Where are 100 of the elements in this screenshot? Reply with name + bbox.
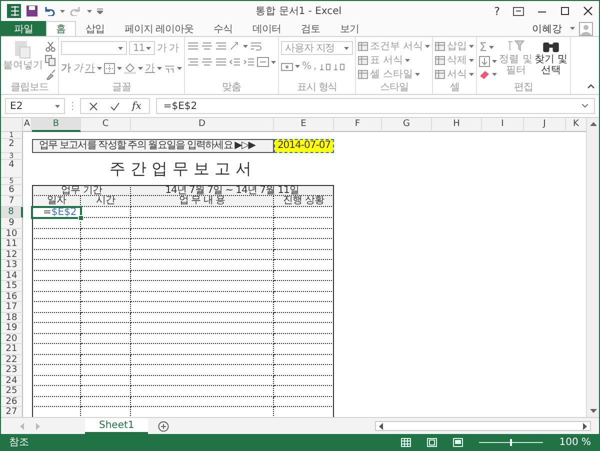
caret-icon — [469, 59, 474, 62]
row-header[interactable]: 13 — [1, 260, 23, 270]
ribbon-display-icon[interactable] — [513, 6, 524, 16]
active-cell-input[interactable]: =$E$2 — [31, 206, 82, 219]
insert-function-button[interactable]: fx — [132, 100, 142, 112]
caret-icon — [570, 27, 575, 30]
column-header[interactable]: A — [23, 118, 32, 132]
caret-icon — [415, 73, 420, 76]
column-header[interactable]: J — [524, 118, 566, 132]
scroll-left-icon[interactable] — [378, 422, 384, 430]
ribbon-tab[interactable]: 보기 — [330, 21, 370, 36]
row-header[interactable]: 22 — [1, 354, 23, 365]
table-grid-icon — [435, 56, 446, 65]
scroll-up-icon[interactable] — [588, 121, 598, 127]
cancel-icon[interactable] — [89, 102, 98, 110]
redo-icon[interactable] — [70, 6, 82, 16]
zoom-thumb[interactable] — [510, 438, 512, 446]
name-box[interactable]: E2 — [5, 98, 65, 114]
caret-icon — [118, 46, 123, 50]
table-header-cell: 14년 7월 7일 ~ 14년 7월 11일 — [131, 185, 334, 196]
zoom-level[interactable]: 100 % — [559, 436, 591, 448]
row-header[interactable]: 7 — [1, 196, 23, 207]
column-header[interactable]: K — [566, 118, 586, 132]
undo-icon[interactable] — [43, 6, 55, 16]
user-name[interactable]: 이혜강 — [532, 22, 562, 36]
column-header[interactable]: E — [274, 118, 334, 132]
page-layout-icon[interactable] — [427, 438, 438, 446]
column-header[interactable]: B — [32, 118, 81, 132]
next-sheet-icon[interactable] — [35, 422, 41, 430]
row-header[interactable]: 19 — [1, 323, 23, 334]
fill-handle[interactable] — [78, 215, 84, 221]
save-icon[interactable] — [26, 5, 38, 17]
previous-sheet-icon[interactable] — [19, 422, 25, 430]
row-header[interactable]: 4 — [1, 160, 23, 178]
table-grid-icon — [435, 70, 446, 79]
caret-icon — [146, 46, 151, 50]
row-header[interactable]: 12 — [1, 250, 23, 260]
row-header[interactable]: 26 — [1, 396, 23, 407]
date-cell[interactable]: 2014-07-07 — [274, 139, 334, 153]
column-header[interactable]: I — [482, 118, 524, 132]
row-header[interactable]: 27 — [1, 407, 23, 417]
column-header[interactable]: H — [432, 118, 482, 132]
ribbon-tab[interactable]: 페이지 레이아웃 — [114, 21, 204, 36]
row-header[interactable]: 15 — [1, 281, 23, 292]
row-header[interactable]: 24 — [1, 376, 23, 386]
help-button[interactable]: ? — [494, 4, 500, 18]
caret-icon — [425, 45, 430, 48]
horizontal-scrollbar[interactable] — [375, 421, 591, 431]
row-header[interactable]: 2 — [1, 139, 23, 153]
scroll-down-icon[interactable] — [588, 408, 598, 414]
row-header[interactable]: 17 — [1, 302, 23, 312]
clipboard-icon — [14, 39, 32, 59]
row-header[interactable]: 10 — [1, 228, 23, 239]
row-header[interactable]: 8 — [1, 207, 23, 218]
maximize-icon[interactable] — [560, 6, 570, 16]
column-header[interactable]: D — [131, 118, 274, 132]
ribbon-tab[interactable]: 홈 — [46, 21, 76, 36]
report-title: 주간업무보고서 — [108, 160, 258, 178]
row-header[interactable]: 23 — [1, 365, 23, 376]
caret-icon — [469, 45, 474, 48]
add-sheet-icon[interactable] — [158, 420, 170, 432]
row-header[interactable]: 11 — [1, 239, 23, 250]
row-header[interactable]: 6 — [1, 185, 23, 196]
table-header-cell: 진행 상황 — [274, 196, 334, 207]
status-mode: 참조 — [9, 436, 29, 449]
check-icon[interactable] — [110, 102, 120, 110]
formula-field[interactable]: =$E$2 — [156, 98, 595, 114]
sheet-tab[interactable]: Sheet1 — [85, 418, 148, 434]
table-header-cell: 일자 — [32, 196, 81, 207]
row-header[interactable]: 25 — [1, 386, 23, 396]
ribbon-tab[interactable]: 검토 — [291, 21, 330, 36]
table-header-cell: 업 무 내 용 — [131, 196, 274, 207]
normal-view-icon[interactable] — [401, 438, 412, 446]
row-header[interactable]: 9 — [1, 218, 23, 228]
customize-icon[interactable] — [97, 8, 103, 14]
ribbon-tab[interactable]: 수식 — [204, 21, 243, 36]
close-icon[interactable] — [583, 6, 593, 16]
caret-icon — [157, 66, 162, 70]
row-header[interactable]: 21 — [1, 344, 23, 354]
page-break-icon[interactable] — [453, 438, 464, 446]
vertical-scrollbar[interactable] — [586, 118, 599, 417]
row-header[interactable]: 20 — [1, 334, 23, 344]
row-header[interactable]: 18 — [1, 312, 23, 323]
ribbon-tab[interactable]: 삽입 — [76, 21, 114, 36]
group-label: 셀 — [448, 82, 460, 94]
group-label: 표시 형식 — [296, 82, 338, 94]
avatar-icon[interactable] — [579, 22, 593, 36]
zoom-slider[interactable] — [479, 438, 544, 446]
column-header[interactable]: C — [81, 118, 131, 132]
row-header[interactable]: 16 — [1, 292, 23, 302]
file-tab[interactable]: 파일 — [1, 21, 46, 36]
expand-icon[interactable] — [582, 104, 588, 108]
caret-icon — [271, 60, 276, 64]
column-header[interactable]: F — [334, 118, 382, 132]
caret-icon — [492, 73, 498, 76]
column-header[interactable]: G — [382, 118, 432, 132]
ribbon-tab[interactable]: 데이터 — [242, 21, 292, 36]
scroll-right-icon[interactable] — [582, 422, 588, 430]
caret-icon — [243, 44, 248, 48]
row-header[interactable]: 14 — [1, 270, 23, 281]
